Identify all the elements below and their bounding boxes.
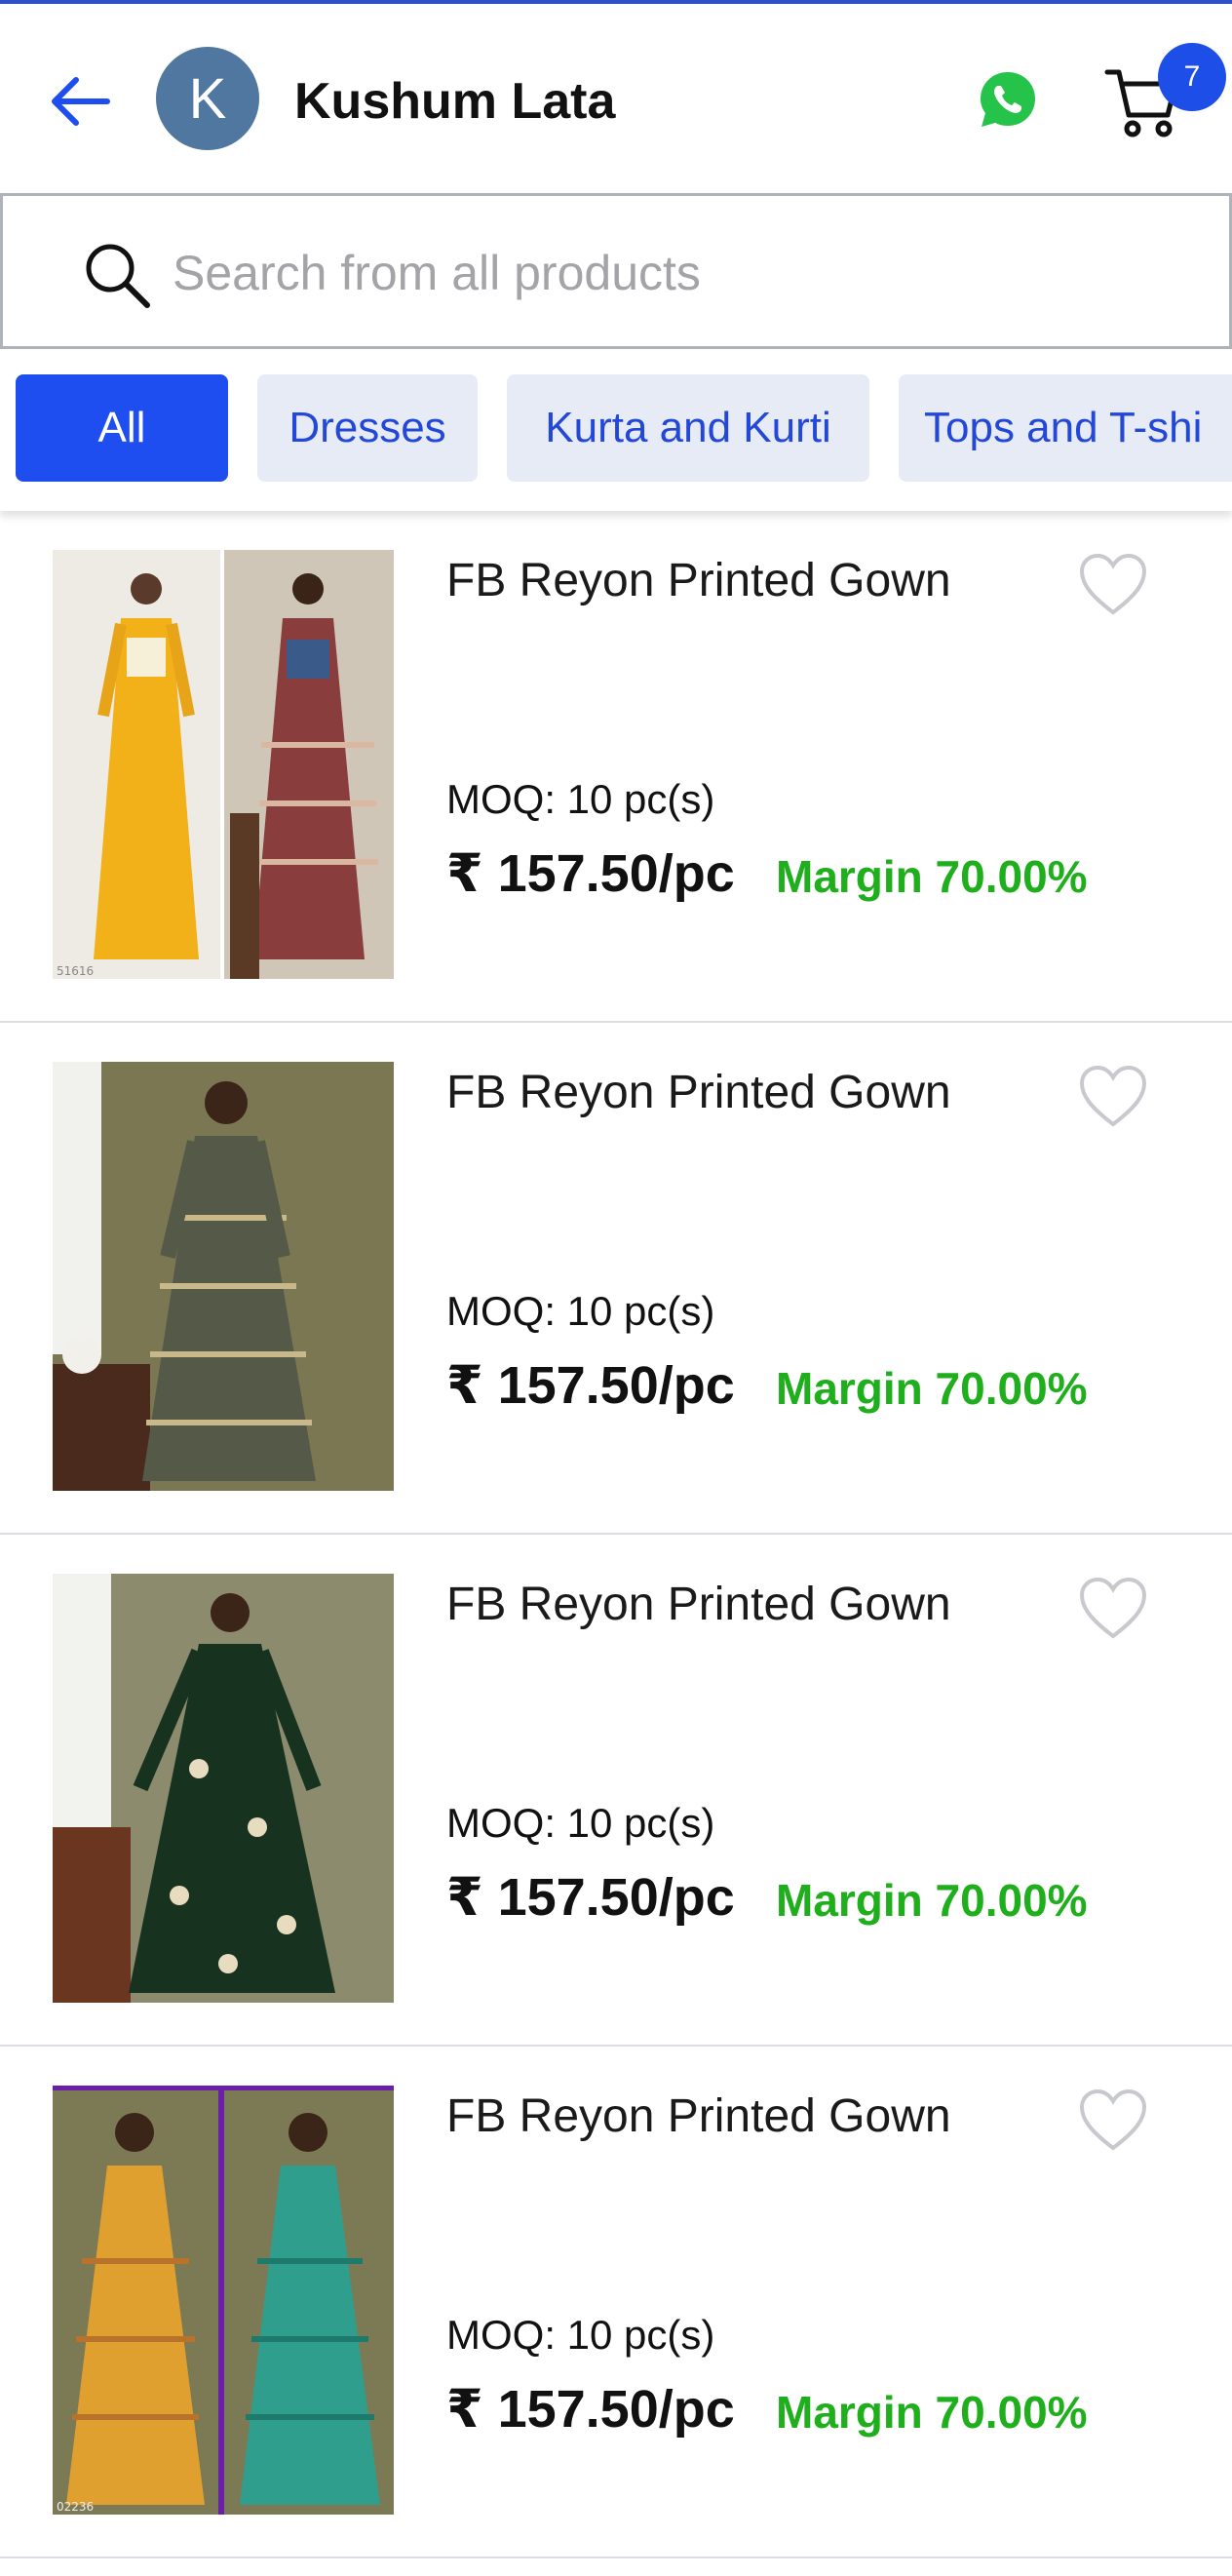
search-icon <box>86 244 150 308</box>
back-arrow-icon <box>52 77 110 126</box>
product-image[interactable] <box>53 1062 394 1491</box>
category-tabs: All Dresses Kurta and Kurti Tops and T-s… <box>0 349 1232 511</box>
product-image[interactable] <box>53 1574 394 2003</box>
wishlist-button[interactable] <box>1076 550 1150 618</box>
wishlist-button[interactable] <box>1076 1062 1150 1130</box>
wishlist-button[interactable] <box>1076 2086 1150 2154</box>
product-card[interactable]: FB Reyon Printed Gown MOQ: 10 pc(s) ₹ 15… <box>0 1535 1232 2047</box>
whatsapp-button[interactable] <box>977 68 1039 131</box>
product-name: FB Reyon Printed Gown <box>446 2090 951 2142</box>
product-card[interactable]: FB Reyon Printed Gown MOQ: 10 pc(s) ₹ 15… <box>0 1023 1232 1535</box>
product-name: FB Reyon Printed Gown <box>446 1579 951 1630</box>
back-button[interactable] <box>43 62 121 140</box>
product-moq: MOQ: 10 pc(s) <box>446 1288 715 1334</box>
image-watermark: 02236 <box>57 2500 94 2514</box>
product-name: FB Reyon Printed Gown <box>446 1067 951 1118</box>
heart-icon <box>1079 1065 1147 1127</box>
category-chip-all[interactable]: All <box>16 374 228 482</box>
product-image[interactable]: 02236 <box>53 2086 394 2515</box>
product-moq: MOQ: 10 pc(s) <box>446 1800 715 1846</box>
heart-icon <box>1079 553 1147 615</box>
heart-icon <box>1079 1577 1147 1639</box>
app-header: K Kushum Lata 7 <box>0 4 1232 193</box>
product-moq: MOQ: 10 pc(s) <box>446 2312 715 2358</box>
whatsapp-icon <box>981 72 1035 127</box>
cart-count-badge: 7 <box>1158 43 1226 111</box>
product-margin: Margin 70.00% <box>776 1875 1088 1926</box>
avatar[interactable]: K <box>156 47 259 150</box>
product-card[interactable]: 51616 FB Reyon Printed Gown MOQ: 10 pc(s… <box>0 511 1232 1023</box>
product-card[interactable]: 02236 FB Reyon Printed Gown MOQ: 10 pc(s… <box>0 2047 1232 2558</box>
product-image[interactable]: 51616 <box>53 550 394 979</box>
category-chip-dresses[interactable]: Dresses <box>257 374 478 482</box>
product-price: ₹ 157.50/pc <box>446 1356 735 1415</box>
product-margin: Margin 70.00% <box>776 1363 1088 1414</box>
wishlist-button[interactable] <box>1076 1574 1150 1642</box>
product-price: ₹ 157.50/pc <box>446 2380 735 2439</box>
category-chip-kurta-kurti[interactable]: Kurta and Kurti <box>507 374 869 482</box>
product-moq: MOQ: 10 pc(s) <box>446 776 715 822</box>
image-watermark: 51616 <box>57 964 94 978</box>
category-chip-tops-tshirts[interactable]: Tops and T-shi <box>899 374 1232 482</box>
product-margin: Margin 70.00% <box>776 851 1088 902</box>
heart-icon <box>1079 2088 1147 2151</box>
product-margin: Margin 70.00% <box>776 2387 1088 2438</box>
search-bar[interactable]: Search from all products <box>0 193 1232 349</box>
search-input[interactable]: Search from all products <box>173 245 701 301</box>
shop-name: Kushum Lata <box>294 73 616 130</box>
product-list: 51616 FB Reyon Printed Gown MOQ: 10 pc(s… <box>0 511 1232 2558</box>
product-price: ₹ 157.50/pc <box>446 844 735 903</box>
product-name: FB Reyon Printed Gown <box>446 555 951 606</box>
product-price: ₹ 157.50/pc <box>446 1868 735 1927</box>
